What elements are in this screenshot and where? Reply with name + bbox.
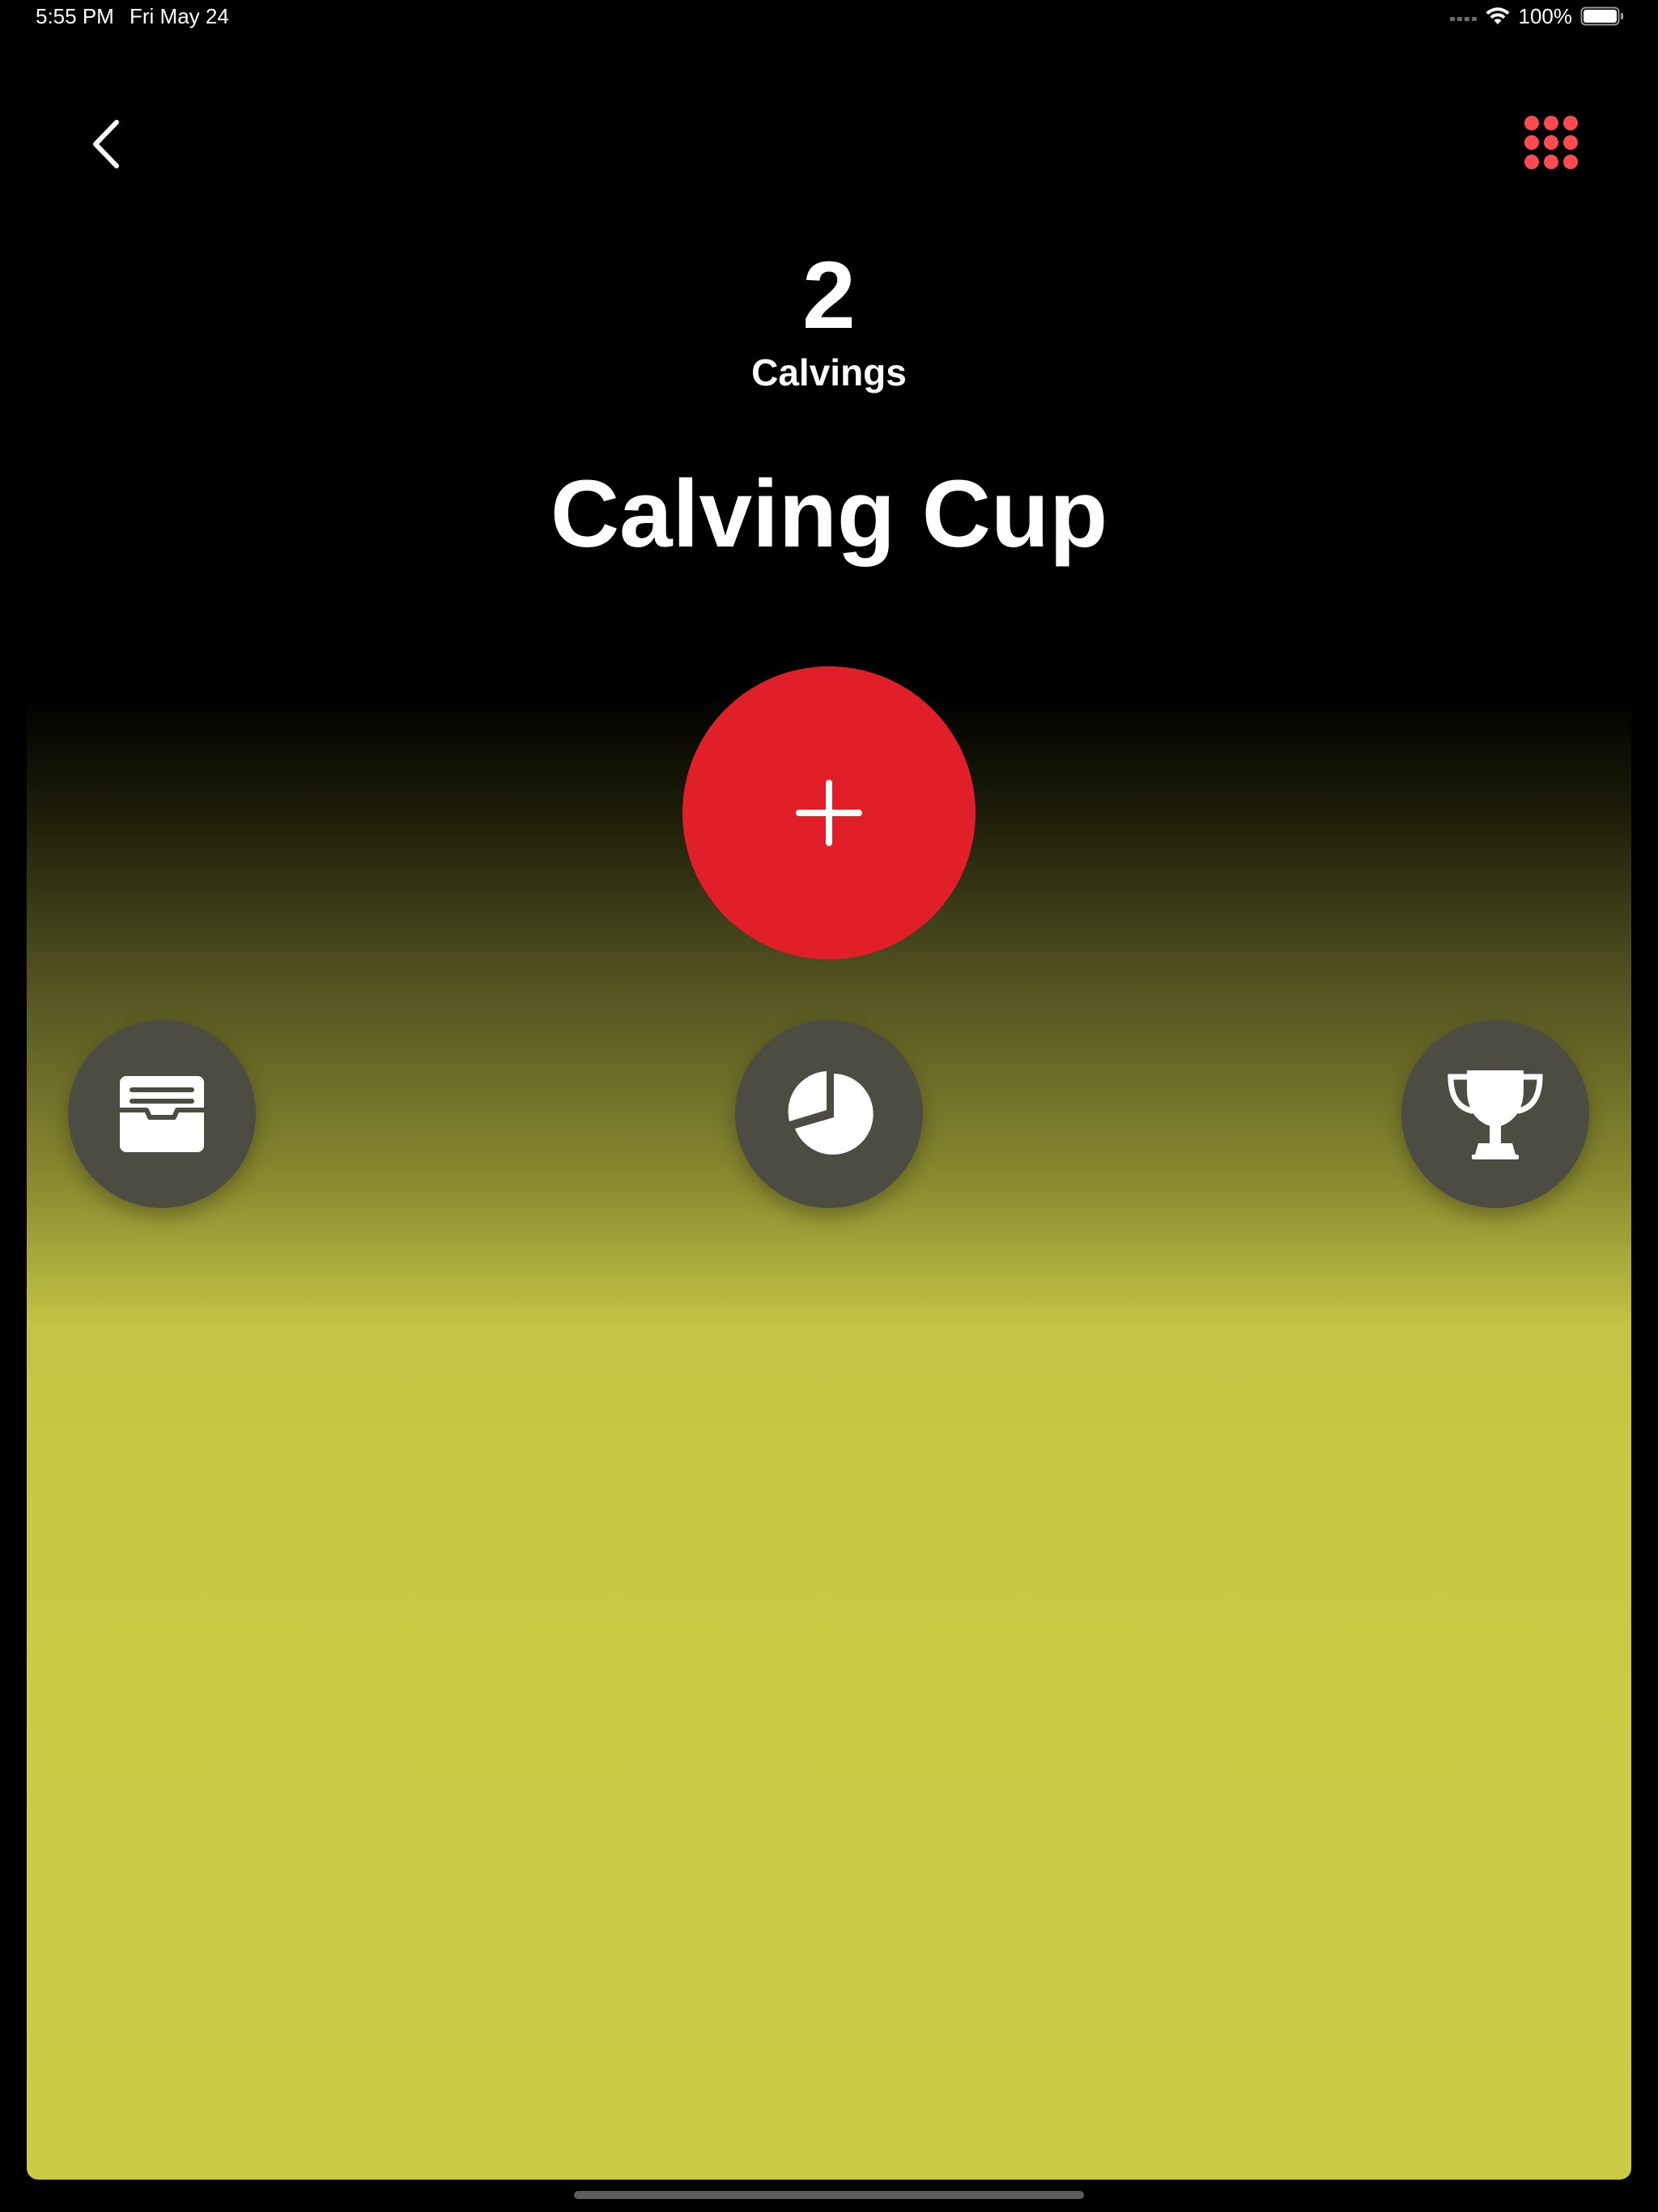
calvings-count: 2 [802, 242, 856, 349]
status-date: Fri May 24 [130, 4, 229, 28]
battery-icon [1580, 6, 1623, 26]
statistics-button[interactable] [735, 1020, 923, 1208]
status-time: 5:55 PM [36, 4, 114, 28]
battery-percentage: 100% [1518, 4, 1573, 28]
back-button[interactable] [81, 112, 130, 177]
screen: 5:55 PM Fri May 24 100% 2 Calvings Calvi… [0, 0, 1658, 2212]
chevron-left-icon [93, 120, 119, 168]
page-title: Calving Cup [550, 461, 1108, 568]
status-indicators: 100% [1449, 3, 1625, 29]
status-bar: 5:55 PM Fri May 24 100% [0, 0, 1658, 32]
calvings-label: Calvings [751, 351, 907, 393]
add-calving-button[interactable] [682, 666, 976, 959]
archive-button[interactable] [68, 1020, 256, 1208]
wifi-icon [1486, 7, 1509, 24]
trophy-icon [1448, 1070, 1543, 1159]
archive-box-icon [120, 1076, 204, 1152]
grid-dots-icon [1524, 116, 1578, 169]
menu-grid-button[interactable] [1522, 113, 1580, 172]
trophy-button[interactable] [1401, 1020, 1589, 1208]
cellular-signal-icon [1449, 11, 1477, 21]
home-indicator[interactable] [574, 2191, 1084, 2199]
plus-icon [796, 780, 862, 846]
pie-chart-icon [788, 1071, 874, 1155]
